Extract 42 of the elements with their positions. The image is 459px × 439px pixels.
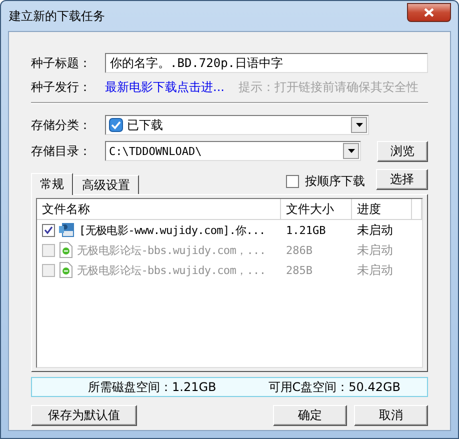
tab[interactable]: 高级设置 [73,175,139,194]
hint-text: 提示：打开链接前请确保其安全性 [238,78,418,96]
file-name: [无极电影-www.wujidy.com].你... [79,222,266,238]
checkmark-icon [44,226,53,234]
progress-status: 未启动 [356,222,394,238]
row-checkbox[interactable] [42,224,55,236]
file-size: 1.21GB [285,224,327,236]
sequential-checkbox[interactable]: 按顺序下载 [286,173,365,190]
field-label: 种子发行： [31,78,92,96]
web-file-icon [59,242,73,258]
file-name: 无极电影论坛-bbs.wujidy.com，... [77,242,266,258]
select-button[interactable]: 选择 [376,169,428,190]
dropdown-arrow-icon [348,149,355,153]
title-field[interactable]: 你的名字。.BD.720p.日语中字 [105,53,428,73]
window-title: 建立新的下载任务 [8,8,105,24]
column-header[interactable]: 文件大小 [281,199,352,219]
browse-button[interactable]: 浏览 [377,140,428,162]
checkbox-icon [109,118,123,132]
publisher-link[interactable]: 最新电影下载点击进... [105,78,224,96]
cancel-button[interactable]: 取消 [354,405,428,426]
category-dropdown[interactable]: 已下载 [105,115,369,135]
save-default-button[interactable]: 保存为默认值 [31,405,137,426]
ok-button[interactable]: 确定 [273,405,347,426]
column-header[interactable]: 文件名称 [37,199,281,219]
required-space: 所需磁盘空间：1.21GB [88,378,216,396]
close-button[interactable] [407,2,451,22]
field-label: 存储分类： [31,116,92,134]
file-name: 无极电影论坛-bbs.wujidy.com，... [77,262,266,278]
close-icon [424,8,434,16]
field-label: 存储目录： [31,142,92,160]
progress-status: 未启动 [356,262,394,278]
column-header[interactable]: 进度 [352,199,412,219]
video-file-icon [59,222,75,238]
progress-status: 未启动 [356,242,394,258]
directory-dropdown[interactable]: C:\TDDOWNLOAD\ [105,141,362,161]
tab[interactable]: 常规 [31,173,73,195]
field-label: 种子标题： [31,54,92,72]
web-file-icon [59,262,73,278]
dropdown-arrow-icon [356,123,362,127]
file-size: 285B [285,264,314,276]
free-space: 可用C盘空间：50.42GB [268,378,401,396]
file-size: 286B [285,244,314,256]
